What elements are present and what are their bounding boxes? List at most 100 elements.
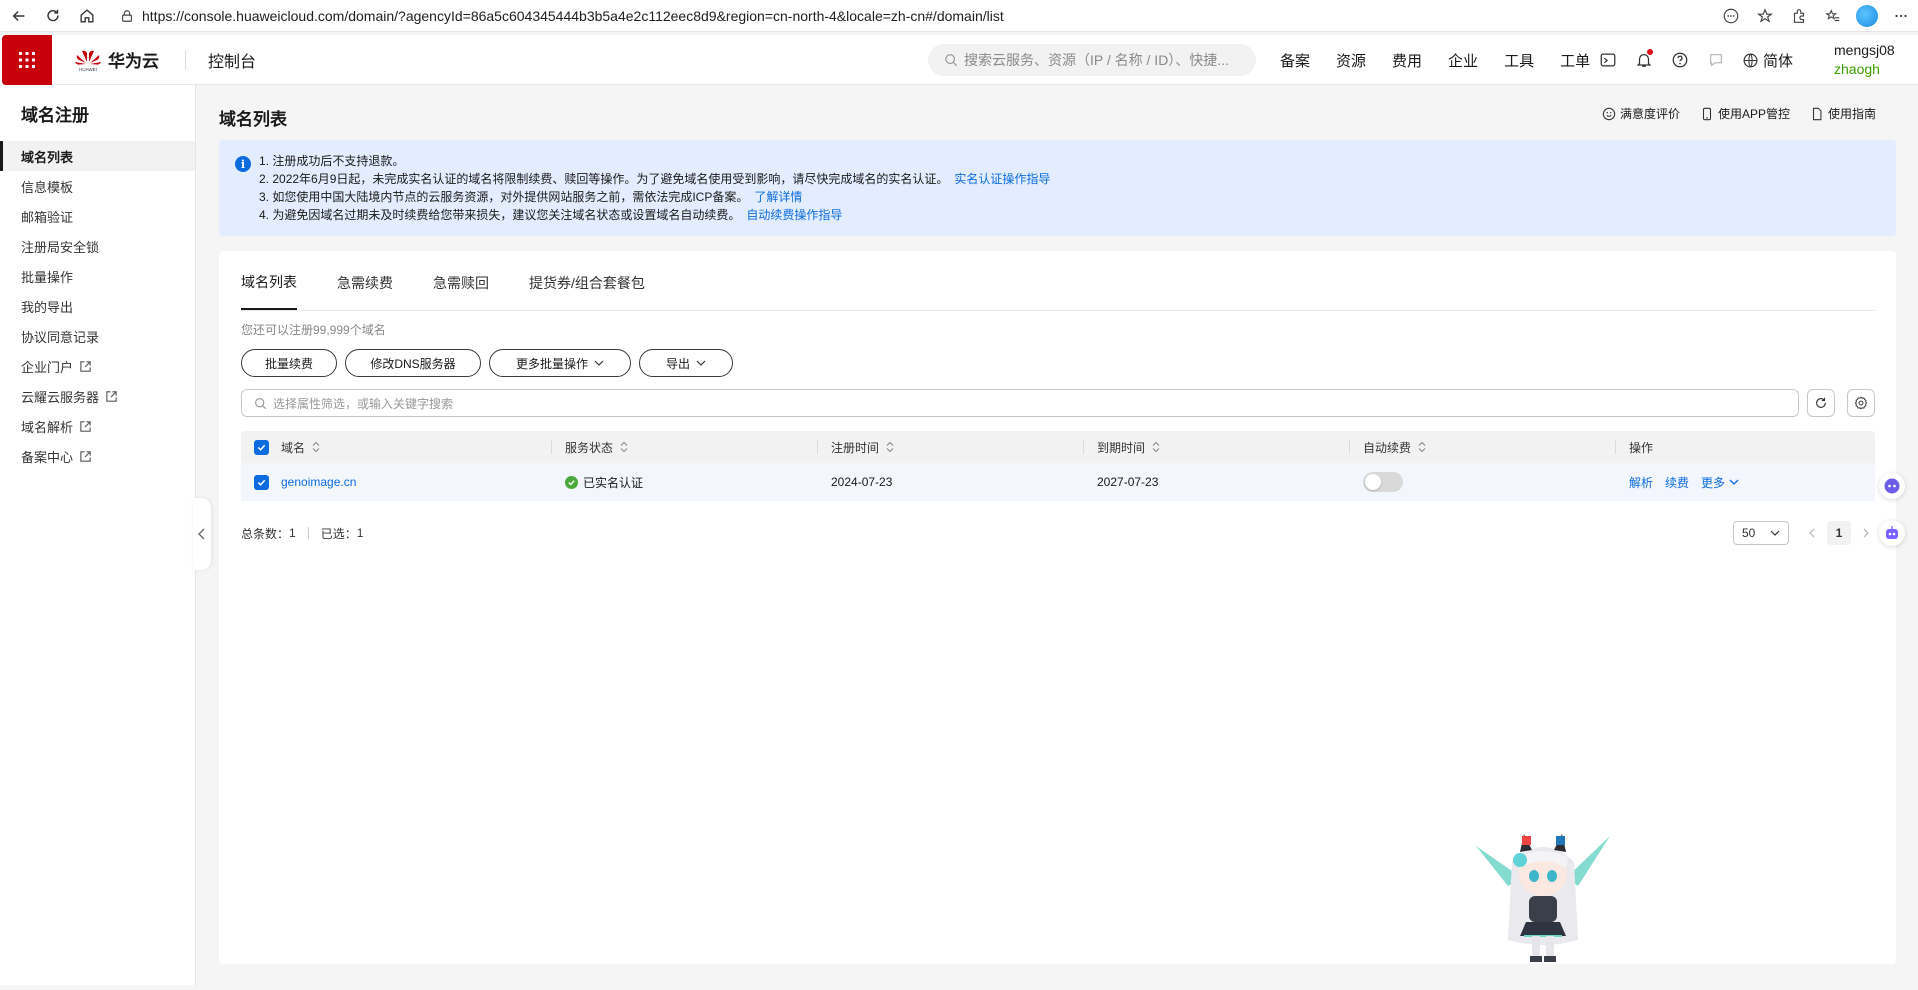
sidebar-item-dns[interactable]: 域名解析 (0, 411, 195, 441)
column-expires[interactable]: 到期时间 (1083, 431, 1349, 463)
profile-avatar[interactable] (1850, 1, 1884, 31)
sort-icon (886, 441, 894, 453)
sidebar-item-label: 注册局安全锁 (21, 239, 100, 255)
sidebar-item-domain-list[interactable]: 域名列表 (0, 141, 195, 171)
column-auto-renew[interactable]: 自动续费 (1349, 431, 1615, 463)
chevron-down-icon (594, 360, 604, 366)
sidebar-item-registry-lock[interactable]: 注册局安全锁 (0, 231, 195, 261)
domain-name-link[interactable]: genoimage.cn (281, 475, 356, 489)
filter-search-input[interactable]: 选择属性筛选，或输入关键字搜索 (241, 389, 1799, 417)
export-button[interactable]: 导出 (639, 349, 733, 377)
sort-icon (620, 441, 628, 453)
reload-icon[interactable] (38, 1, 68, 31)
cloud-shell-icon[interactable] (1590, 35, 1626, 85)
sidebar-item-label: 批量操作 (21, 269, 74, 285)
renew-link[interactable]: 续费 (1665, 474, 1689, 491)
more-options-icon[interactable] (1714, 1, 1748, 31)
satisfaction-label: 满意度评价 (1619, 107, 1680, 121)
language-switch[interactable]: 简体 (1742, 50, 1793, 71)
resolve-link[interactable]: 解析 (1629, 474, 1653, 491)
phone-icon (1702, 107, 1711, 120)
notice-line: 1. 注册成功后不支持退款。 (259, 152, 1896, 170)
tab-domain-list[interactable]: 域名列表 (241, 266, 297, 310)
tab-vouchers[interactable]: 提货券/组合套餐包 (529, 266, 645, 310)
sidebar-item-email-verify[interactable]: 邮箱验证 (0, 201, 195, 231)
more-ops-dropdown[interactable]: 更多 (1701, 474, 1739, 491)
column-label: 自动续费 (1363, 440, 1412, 455)
export-label: 导出 (665, 356, 690, 371)
robot-icon (1886, 526, 1898, 539)
help-icon[interactable] (1662, 35, 1698, 85)
sidebar-item-batch-ops[interactable]: 批量操作 (0, 261, 195, 291)
global-search-input[interactable]: 搜索云服务、资源（IP / 名称 / ID）、快捷... (928, 44, 1256, 76)
home-icon[interactable] (72, 1, 102, 31)
more-batch-ops-button[interactable]: 更多批量操作 (489, 349, 631, 377)
sidebar-item-beian-center[interactable]: 备案中心 (0, 441, 195, 471)
huawei-cloud-logo[interactable]: HUAWEI 华为云 (74, 47, 159, 72)
satisfaction-rating-link[interactable]: 满意度评价 (1602, 105, 1680, 122)
page-size-select[interactable]: 50 (1733, 521, 1789, 545)
url-text: https://console.huaweicloud.com/domain/?… (142, 7, 1004, 24)
language-label: 简体 (1763, 52, 1794, 70)
document-icon (1812, 107, 1822, 120)
service-grid-button[interactable] (2, 34, 52, 85)
icp-details-link[interactable]: 了解详情 (754, 190, 802, 204)
user-guide-link[interactable]: 使用指南 (1810, 105, 1876, 122)
auto-renew-toggle[interactable] (1363, 472, 1403, 492)
menu-billing[interactable]: 费用 (1392, 50, 1422, 71)
status-text: 已实名认证 (583, 475, 644, 490)
table-settings-button[interactable] (1847, 389, 1875, 417)
table-row: genoimage.cn 已实名认证 2024-07-23 2027-07-23… (241, 463, 1875, 501)
menu-tools[interactable]: 工具 (1504, 50, 1534, 71)
select-all-checkbox[interactable] (241, 431, 281, 463)
total-label: 总条数： (241, 526, 290, 541)
feedback-icon[interactable] (1698, 35, 1734, 85)
refresh-button[interactable] (1807, 389, 1835, 417)
realname-guide-link[interactable]: 实名认证操作指导 (954, 172, 1050, 186)
sidebar-item-enterprise-portal[interactable]: 企业门户 (0, 351, 195, 381)
user-guide-label: 使用指南 (1827, 107, 1876, 121)
notification-bell-icon[interactable] (1626, 35, 1662, 85)
tab-urgent-renew[interactable]: 急需续费 (337, 266, 393, 310)
column-domain[interactable]: 域名 (281, 431, 551, 463)
modify-dns-button[interactable]: 修改DNS服务器 (345, 349, 481, 377)
row-checkbox[interactable] (241, 463, 281, 501)
floating-robot-button[interactable] (1879, 520, 1905, 546)
back-icon[interactable] (4, 1, 34, 31)
menu-beian[interactable]: 备案 (1280, 50, 1310, 71)
user-account[interactable]: mengsj08 zhaogh (1834, 41, 1895, 79)
menu-tickets[interactable]: 工单 (1560, 50, 1590, 71)
favorite-star-icon[interactable] (1748, 1, 1782, 31)
page-number-current[interactable]: 1 (1827, 521, 1851, 545)
column-registered[interactable]: 注册时间 (817, 431, 1083, 463)
column-status[interactable]: 服务状态 (551, 431, 817, 463)
grid-icon (19, 51, 35, 68)
sidebar-item-flexus-server[interactable]: 云耀云服务器 (0, 381, 195, 411)
sidebar-item-label: 企业门户 (21, 359, 74, 375)
address-bar[interactable]: https://console.huaweicloud.com/domain/?… (110, 2, 1810, 29)
auto-renew-guide-link[interactable]: 自动续费操作指导 (746, 208, 842, 222)
next-page-button[interactable] (1857, 524, 1875, 542)
sidebar-item-my-exports[interactable]: 我的导出 (0, 291, 195, 321)
prev-page-button[interactable] (1803, 524, 1821, 542)
top-menu: 备案 资源 费用 企业 工具 工单 (1280, 35, 1616, 85)
favorites-list-icon[interactable] (1816, 1, 1850, 31)
sidebar-item-info-template[interactable]: 信息模板 (0, 171, 195, 201)
page-size-value: 50 (1742, 526, 1756, 540)
menu-enterprise[interactable]: 企业 (1448, 50, 1478, 71)
sidebar-item-label: 我的导出 (21, 299, 74, 315)
page-title: 域名列表 (219, 110, 287, 129)
mascot-illustration[interactable] (1466, 822, 1620, 966)
console-link[interactable]: 控制台 (208, 48, 256, 72)
app-control-link[interactable]: 使用APP管控 (1700, 105, 1790, 122)
browser-menu-icon[interactable] (1884, 1, 1918, 31)
menu-resources[interactable]: 资源 (1336, 50, 1366, 71)
sidebar-item-agreements[interactable]: 协议同意记录 (0, 321, 195, 351)
check-circle-icon (565, 475, 578, 489)
floating-assistant-button[interactable] (1879, 473, 1905, 499)
external-link-icon (80, 450, 91, 462)
extensions-icon[interactable] (1782, 1, 1816, 31)
batch-renew-button[interactable]: 批量续费 (241, 349, 337, 377)
tab-urgent-redeem[interactable]: 急需赎回 (433, 266, 489, 310)
user-name: mengsj08 (1834, 42, 1895, 58)
